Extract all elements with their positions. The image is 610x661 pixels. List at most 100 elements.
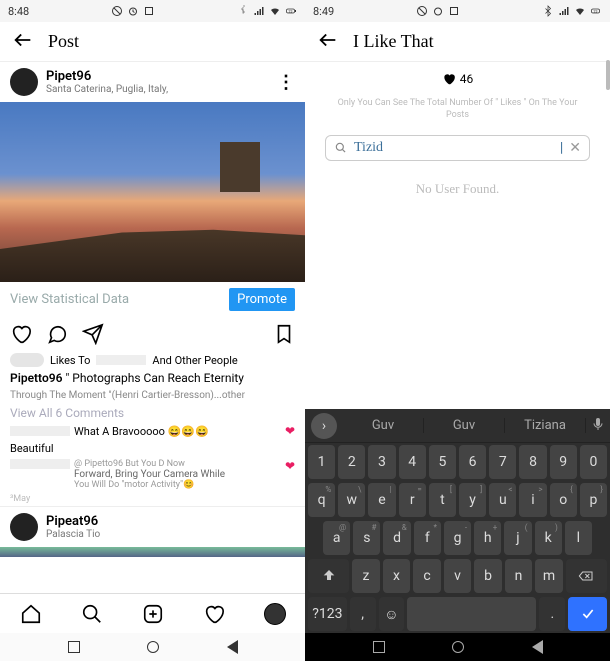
status-time: 8:48 [8,5,29,18]
backspace-key[interactable] [566,559,607,593]
key-l[interactable]: l [565,521,592,555]
comment-3: @ Pipetto96 But You D Now Forward, Bring… [0,457,305,492]
dnd-icon [111,5,123,17]
masked-user-3 [10,459,70,469]
comma-key[interactable]: , [350,597,376,631]
key-q[interactable]: q% [308,483,335,517]
suggestion-1[interactable]: Guv [343,418,424,433]
location[interactable]: Santa Caterina, Puglia, Italy, [46,84,269,95]
key-g[interactable]: g- [444,521,471,555]
view-comments-link[interactable]: View All 6 Comments [0,404,305,422]
key-b[interactable]: b [474,559,502,593]
key-5[interactable]: 5 [429,445,456,479]
key-9[interactable]: 9 [550,445,577,479]
comment-3-handle: @ Pipetto96 But You D Now [74,459,281,469]
key-u[interactable]: u< [489,483,516,517]
search-box[interactable]: | ✕ [325,135,590,161]
key-y[interactable]: y] [459,483,486,517]
avatar-2[interactable] [10,513,38,541]
back-button[interactable] [12,29,34,55]
suggestion-2[interactable]: Guv [424,418,505,433]
symbols-key[interactable]: ?123 [308,597,347,631]
key-e[interactable]: e| [368,483,395,517]
recents-key[interactable] [68,641,80,653]
likes-row[interactable]: Likes To And Other People [0,351,305,369]
no-user-found: No User Found. [305,167,610,211]
key-1[interactable]: 1 [308,445,335,479]
emoji-key[interactable]: ☺ [379,597,405,631]
view-insights-link[interactable]: View Statistical Data [10,292,129,307]
suggestion-3[interactable]: Tiziana [505,418,586,433]
key-2[interactable]: 2 [338,445,365,479]
profile-nav-icon[interactable] [264,603,286,625]
wifi-icon [269,5,281,17]
search-input[interactable] [354,140,560,156]
period-key[interactable]: . [539,597,565,631]
back-key[interactable] [227,640,238,654]
avatar[interactable] [10,68,38,96]
share-icon[interactable] [82,323,104,345]
key-v[interactable]: v [444,559,472,593]
recents-key-r[interactable] [373,641,385,653]
suggestion-bar: › Guv Guv Tiziana [305,409,610,443]
back-button-r[interactable] [317,29,339,55]
home-key[interactable] [147,641,159,653]
comment-icon[interactable] [46,323,68,345]
clear-search-button[interactable]: ✕ [569,140,581,156]
key-s[interactable]: s# [353,521,380,555]
activity-icon[interactable] [203,603,225,625]
enter-key[interactable] [568,597,607,631]
promote-button[interactable]: Promote [229,288,295,311]
key-a[interactable]: a@ [323,521,350,555]
caption-text: " Photographs Can Reach Eternity [65,371,244,385]
heart-red-icon-2[interactable]: ❤ [285,459,295,473]
key-4[interactable]: 4 [399,445,426,479]
home-key-r[interactable] [452,641,464,653]
scrollbar[interactable] [606,60,610,90]
space-key[interactable] [407,597,536,631]
header: Post [0,22,305,62]
key-n[interactable]: n [505,559,533,593]
key-j[interactable]: j( [504,521,531,555]
key-h[interactable]: h+ [474,521,501,555]
square-icon [143,5,155,17]
key-p[interactable]: p} [580,483,607,517]
mic-button[interactable] [586,416,610,436]
expand-suggestions-button[interactable]: › [311,413,337,439]
location-2[interactable]: Palascia Tio [46,529,295,540]
key-r[interactable]: r= [399,483,426,517]
key-c[interactable]: c [413,559,441,593]
bookmark-icon[interactable] [273,323,295,345]
key-7[interactable]: 7 [489,445,516,479]
key-0[interactable]: 0 [580,445,607,479]
shift-key[interactable] [308,559,349,593]
heart-filled-icon [442,72,456,86]
add-post-icon[interactable] [142,603,164,625]
key-z[interactable]: z [352,559,380,593]
more-button[interactable]: ⋮ [277,72,295,93]
key-6[interactable]: 6 [459,445,486,479]
search-nav-icon[interactable] [81,603,103,625]
caption-user[interactable]: Pipetto96 [10,371,62,385]
key-d[interactable]: d& [383,521,410,555]
key-f[interactable]: f* [414,521,441,555]
status-right: 23 [237,5,297,17]
key-m[interactable]: m [535,559,563,593]
key-i[interactable]: i> [519,483,546,517]
key-3[interactable]: 3 [368,445,395,479]
username[interactable]: Pipet96 [46,69,269,84]
key-x[interactable]: x [383,559,411,593]
key-t[interactable]: t[ [429,483,456,517]
key-w[interactable]: w\ [338,483,365,517]
home-icon[interactable] [20,603,42,625]
back-key-r[interactable] [532,640,543,654]
key-8[interactable]: 8 [519,445,546,479]
battery-icon: 23 [285,5,297,17]
heart-red-icon[interactable]: ❤ [285,424,295,438]
key-k[interactable]: k) [535,521,562,555]
stats-row: View Statistical Data Promote [0,282,305,317]
post-image[interactable] [0,102,305,282]
like-icon[interactable] [10,323,32,345]
username-2[interactable]: Pipeat96 [46,514,295,529]
key-o[interactable]: o{ [550,483,577,517]
